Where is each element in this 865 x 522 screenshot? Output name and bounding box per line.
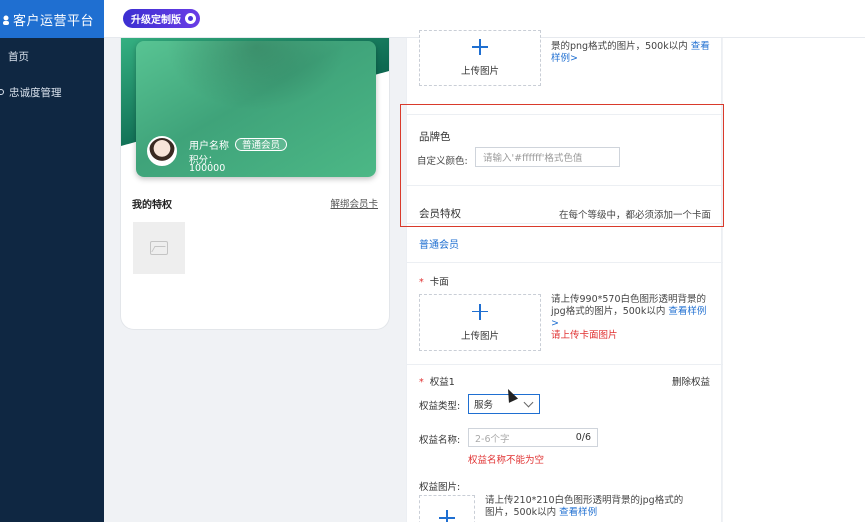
benefit-type-select[interactable]: 服务 — [468, 394, 540, 414]
card-face-upload-box[interactable]: 上传图片 — [419, 294, 541, 351]
member-privileges-header: 会员特权 在每个等级中，都必须添加一个卡面 — [407, 196, 723, 224]
sidebar-item-label: 忠诚度管理 — [9, 86, 62, 99]
benefit-image-upload-box[interactable] — [419, 495, 475, 522]
benefit-image-label: 权益图片: — [419, 482, 461, 493]
benefit-label: * 权益1 — [419, 374, 455, 388]
tab-regular-member[interactable]: 普通会员 — [419, 236, 459, 251]
benefit-type-value: 服务 — [474, 400, 494, 411]
card-face-hint: 请上传990*570白色图形透明背景的jpg格式的图片，500k以内 查看样例 … — [551, 294, 716, 342]
view-sample-arrow[interactable]: > — [551, 318, 559, 329]
my-privileges-title: 我的特权 — [132, 200, 172, 211]
privileges-note: 在每个等级中，都必须添加一个卡面 — [558, 210, 711, 221]
upload-label: 上传图片 — [460, 66, 499, 77]
delete-benefit-button[interactable]: 删除权益 — [672, 374, 710, 388]
card-face-label: * 卡面 — [419, 274, 449, 288]
benefit-type-label: 权益类型: — [419, 401, 461, 412]
member-privileges-title: 会员特权 — [419, 208, 461, 220]
custom-color-input[interactable]: 请输入'#ffffff'格式色值 — [475, 147, 620, 167]
top-upload-hint: 景的png格式的图片，500k以内 查看样例> — [551, 41, 713, 65]
sidebar-item-loyalty[interactable]: 忠诚度管理 — [0, 74, 104, 110]
benefit-name-label: 权益名称: — [419, 435, 461, 446]
config-panel: 上传图片 景的png格式的图片，500k以内 查看样例> 品牌色 自定义颜色: … — [406, 30, 723, 522]
plus-icon — [439, 510, 455, 522]
user-name: 用户名称 — [189, 141, 229, 152]
benefit-name-count: 0/6 — [575, 432, 591, 443]
view-sample-link[interactable]: 查看样例 — [559, 507, 597, 518]
unbind-card-link[interactable]: 解绑会员卡 — [330, 196, 378, 210]
card-face-error: 请上传卡面图片 — [551, 330, 618, 341]
required-mark: * — [419, 277, 424, 288]
card-art — [166, 41, 346, 111]
chevron-down-icon — [523, 397, 534, 408]
benefit-image-hint: 请上传210*210白色图形透明背景的jpg格式的图片，500k以内 查看样例 — [485, 495, 685, 519]
app-title: 客户运营平台 — [13, 13, 95, 29]
tab-divider — [407, 262, 723, 263]
member-card-preview: 用户名称 普通会员 积分： 100000 我的特权 解绑会员卡 — [120, 38, 390, 330]
sidebar: 首页 忠诚度管理 — [0, 38, 104, 522]
custom-color-label: 自定义颜色: — [417, 156, 468, 167]
card-face-label-text: 卡面 — [429, 277, 449, 288]
view-sample-link[interactable]: 查看样例 — [668, 306, 706, 317]
plus-icon — [472, 303, 488, 320]
member-card: 用户名称 普通会员 积分： 100000 — [136, 41, 376, 177]
plus-icon — [472, 39, 488, 55]
badge-dot-icon — [185, 13, 196, 24]
sidebar-item-home[interactable]: 首页 — [0, 38, 104, 74]
right-background — [723, 38, 865, 522]
avatar — [147, 136, 177, 166]
benefit-name-placeholder: 2-6个字 — [475, 433, 510, 445]
sidebar-item-label: 首页 — [8, 50, 29, 63]
upload-label: 上传图片 — [460, 330, 499, 342]
points-value: 100000 — [189, 163, 226, 174]
image-placeholder-icon — [150, 241, 168, 255]
brand-color-section: 品牌色 自定义颜色: 请输入'#ffffff'格式色值 — [407, 114, 723, 186]
app-brand[interactable]: 客户运营平台 — [0, 0, 104, 38]
logo-icon — [2, 14, 10, 25]
benefit-name-error: 权益名称不能为空 — [468, 455, 545, 466]
brand-color-title: 品牌色 — [419, 131, 451, 143]
member-level-badge: 普通会员 — [235, 138, 288, 151]
benefit-label-text: 权益1 — [429, 377, 455, 388]
privilege-image-placeholder — [133, 222, 185, 274]
top-upload-box[interactable]: 上传图片 — [419, 30, 541, 86]
required-mark: * — [419, 377, 424, 388]
loyalty-icon — [0, 89, 4, 95]
upgrade-label: 升级定制版 — [131, 15, 181, 26]
section-divider — [407, 364, 723, 365]
upgrade-button[interactable]: 升级定制版 — [123, 9, 200, 28]
hint-text: 景的png格式的图片，500k以内 — [551, 41, 688, 52]
card-user: 用户名称 普通会员 — [189, 137, 288, 152]
benefit-name-input[interactable]: 2-6个字 0/6 — [468, 428, 598, 447]
